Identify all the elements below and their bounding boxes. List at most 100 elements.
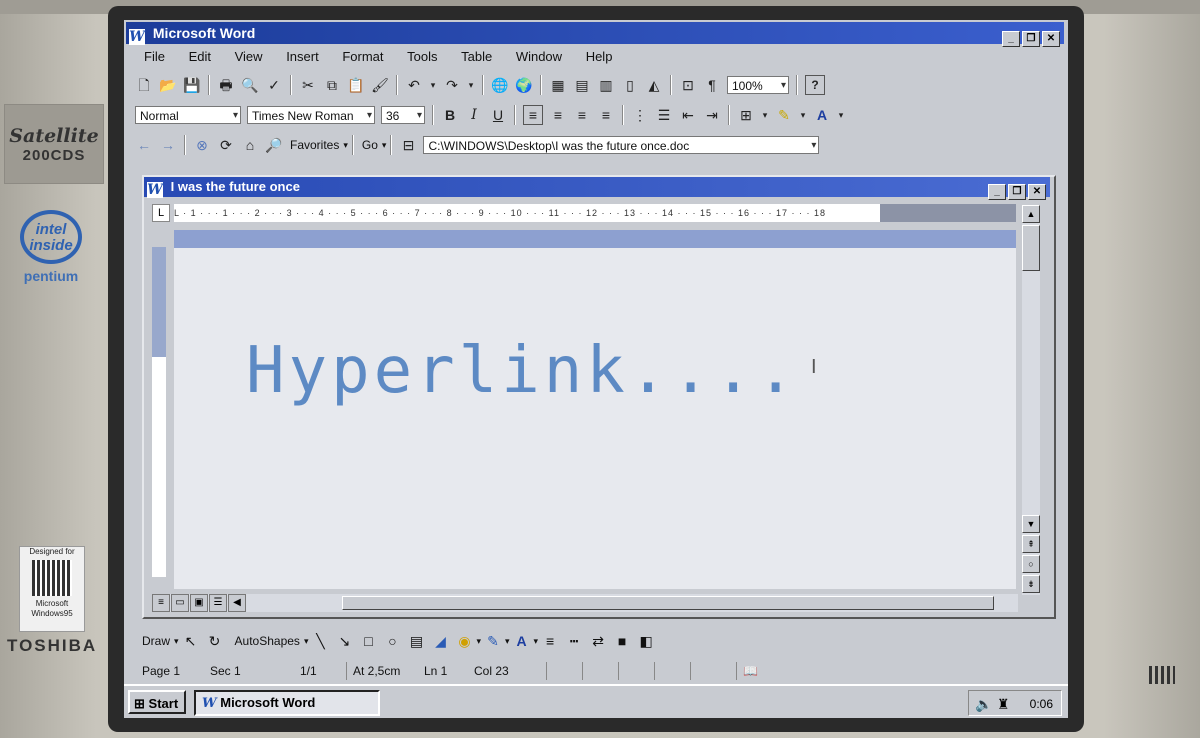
menu-format[interactable]: Format	[342, 49, 383, 64]
scroll-left-icon[interactable]: ◀	[228, 594, 246, 612]
rectangle-icon[interactable]: □	[358, 632, 378, 650]
cut-icon[interactable]: ✂	[299, 76, 317, 94]
document-map-icon[interactable]: ⊡	[679, 76, 697, 94]
refresh-icon[interactable]: ⟳	[217, 136, 235, 154]
oval-icon[interactable]: ○	[382, 632, 402, 650]
borders-icon[interactable]: ⊞	[737, 106, 755, 124]
menu-tools[interactable]: Tools	[407, 49, 437, 64]
previous-page-icon[interactable]: ⇞	[1022, 535, 1040, 553]
close-button[interactable]: ✕	[1042, 31, 1060, 47]
menu-file[interactable]: File	[144, 49, 165, 64]
tab-selector-icon[interactable]: L	[152, 204, 170, 222]
bullets-icon[interactable]: ☰	[655, 106, 673, 124]
select-browse-object-icon[interactable]: ○	[1022, 555, 1040, 573]
line-color-icon[interactable]: ✎	[483, 632, 503, 650]
doc-restore-button[interactable]: ❐	[1008, 184, 1026, 200]
insert-hyperlink-icon[interactable]: 🌐	[491, 76, 509, 94]
taskbar-word-button[interactable]: W Microsoft Word	[194, 690, 380, 716]
line-color-dropdown-icon[interactable]: ▾	[505, 636, 510, 647]
fill-color-icon[interactable]: ◉	[454, 632, 474, 650]
show-hide-icon[interactable]: ¶	[703, 76, 721, 94]
3d-icon[interactable]: ◧	[636, 632, 656, 650]
decrease-indent-icon[interactable]: ⇤	[679, 106, 697, 124]
document-body-text[interactable]: Hyperlink....	[246, 334, 799, 408]
zoom-combo[interactable]: 100%	[727, 76, 789, 95]
start-button[interactable]: ⊞ Start	[128, 690, 186, 714]
font-size-combo[interactable]: 36	[381, 106, 425, 125]
draw-font-color-dropdown-icon[interactable]: ▾	[534, 636, 539, 647]
status-wph[interactable]	[690, 662, 727, 680]
volume-icon[interactable]: 🔈	[975, 691, 992, 717]
underline-button[interactable]: U	[489, 106, 507, 124]
drawing-icon[interactable]: ◭	[645, 76, 663, 94]
vertical-scrollbar[interactable]: ▲ ▼ ⇞ ○ ⇟	[1022, 205, 1040, 595]
format-painter-icon[interactable]: 🖌	[371, 76, 389, 94]
word-app-icon[interactable]: W	[129, 29, 145, 45]
web-layout-icon[interactable]: ▭	[171, 594, 189, 612]
document-title-bar[interactable]: W I was the future once _ ❐ ✕	[144, 177, 1050, 200]
redo-icon[interactable]: ↷	[443, 76, 461, 94]
shadow-icon[interactable]: ■	[612, 632, 632, 650]
highlight-dropdown-icon[interactable]: ▾	[799, 106, 807, 124]
italic-button[interactable]: I	[465, 106, 483, 124]
bold-button[interactable]: B	[441, 106, 459, 124]
menu-table[interactable]: Table	[461, 49, 492, 64]
borders-dropdown-icon[interactable]: ▾	[761, 106, 769, 124]
status-trk[interactable]	[582, 662, 619, 680]
justify-icon[interactable]: ≡	[597, 106, 615, 124]
status-ovr[interactable]	[654, 662, 691, 680]
doc-minimize-button[interactable]: _	[988, 184, 1006, 200]
draw-dropdown-icon[interactable]: ▾	[174, 636, 179, 647]
autoshapes-menu[interactable]: AutoShapes	[235, 634, 300, 648]
horizontal-ruler[interactable]: L · 1 · · · 1 · · · 2 · · · 3 · · · 4 · …	[174, 204, 1016, 222]
paste-icon[interactable]: 📋	[347, 76, 365, 94]
save-icon[interactable]: 💾	[183, 76, 201, 94]
autoshapes-dropdown-icon[interactable]: ▾	[304, 636, 309, 647]
vertical-ruler[interactable]	[152, 247, 166, 577]
font-combo[interactable]: Times New Roman	[247, 106, 375, 125]
dash-style-icon[interactable]: ┅	[564, 632, 584, 650]
align-center-icon[interactable]: ≡	[549, 106, 567, 124]
horizontal-scroll-thumb[interactable]	[342, 596, 994, 610]
document-icon[interactable]: W	[147, 182, 163, 198]
print-icon[interactable]: 🖶	[217, 76, 235, 94]
search-web-icon[interactable]: 🔎	[265, 136, 283, 154]
clock[interactable]: 0:06	[1030, 697, 1053, 711]
text-box-icon[interactable]: ▤	[406, 632, 426, 650]
tables-borders-icon[interactable]: ▦	[549, 76, 567, 94]
scroll-down-icon[interactable]: ▼	[1022, 515, 1040, 533]
menu-window[interactable]: Window	[516, 49, 562, 64]
draw-font-color-icon[interactable]: A	[512, 632, 532, 650]
font-color-icon[interactable]: A	[813, 106, 831, 124]
tray-app-icon[interactable]: ♜	[997, 691, 1010, 717]
status-ext[interactable]	[618, 662, 655, 680]
show-only-web-toolbar-icon[interactable]: ⊟	[399, 136, 417, 154]
outline-view-icon[interactable]: ☰	[209, 594, 227, 612]
fill-dropdown-icon[interactable]: ▾	[476, 636, 481, 647]
print-layout-icon[interactable]: ▣	[190, 594, 208, 612]
restore-button[interactable]: ❐	[1022, 31, 1040, 47]
horizontal-scrollbar[interactable]: ≡ ▭ ▣ ☰ ◀	[152, 594, 1018, 612]
redo-dropdown-icon[interactable]: ▾	[467, 76, 475, 94]
web-toolbar-icon[interactable]: 🌍	[515, 76, 533, 94]
document-page[interactable]: Hyperlink.... I	[174, 248, 1016, 589]
align-right-icon[interactable]: ≡	[573, 106, 591, 124]
insert-table-icon[interactable]: ▤	[573, 76, 591, 94]
status-rec[interactable]	[546, 662, 583, 680]
doc-close-button[interactable]: ✕	[1028, 184, 1046, 200]
next-page-icon[interactable]: ⇟	[1022, 575, 1040, 593]
font-color-dropdown-icon[interactable]: ▾	[837, 106, 845, 124]
address-field[interactable]: C:\WINDOWS\Desktop\I was the future once…	[423, 136, 820, 155]
favorites-dropdown-icon[interactable]: ▾	[343, 140, 348, 151]
menu-edit[interactable]: Edit	[189, 49, 211, 64]
scroll-up-icon[interactable]: ▲	[1022, 205, 1040, 223]
menu-insert[interactable]: Insert	[286, 49, 319, 64]
stop-icon[interactable]: ⊗	[193, 136, 211, 154]
line-style-icon[interactable]: ≡	[540, 632, 560, 650]
arrow-icon[interactable]: ↘	[334, 632, 354, 650]
open-folder-icon[interactable]: 📂	[159, 76, 177, 94]
go-dropdown-icon[interactable]: ▾	[382, 140, 387, 151]
highlight-icon[interactable]: ✎	[775, 106, 793, 124]
app-title-bar[interactable]: W Microsoft Word _ ❐ ✕	[126, 22, 1064, 47]
minimize-button[interactable]: _	[1002, 31, 1020, 47]
